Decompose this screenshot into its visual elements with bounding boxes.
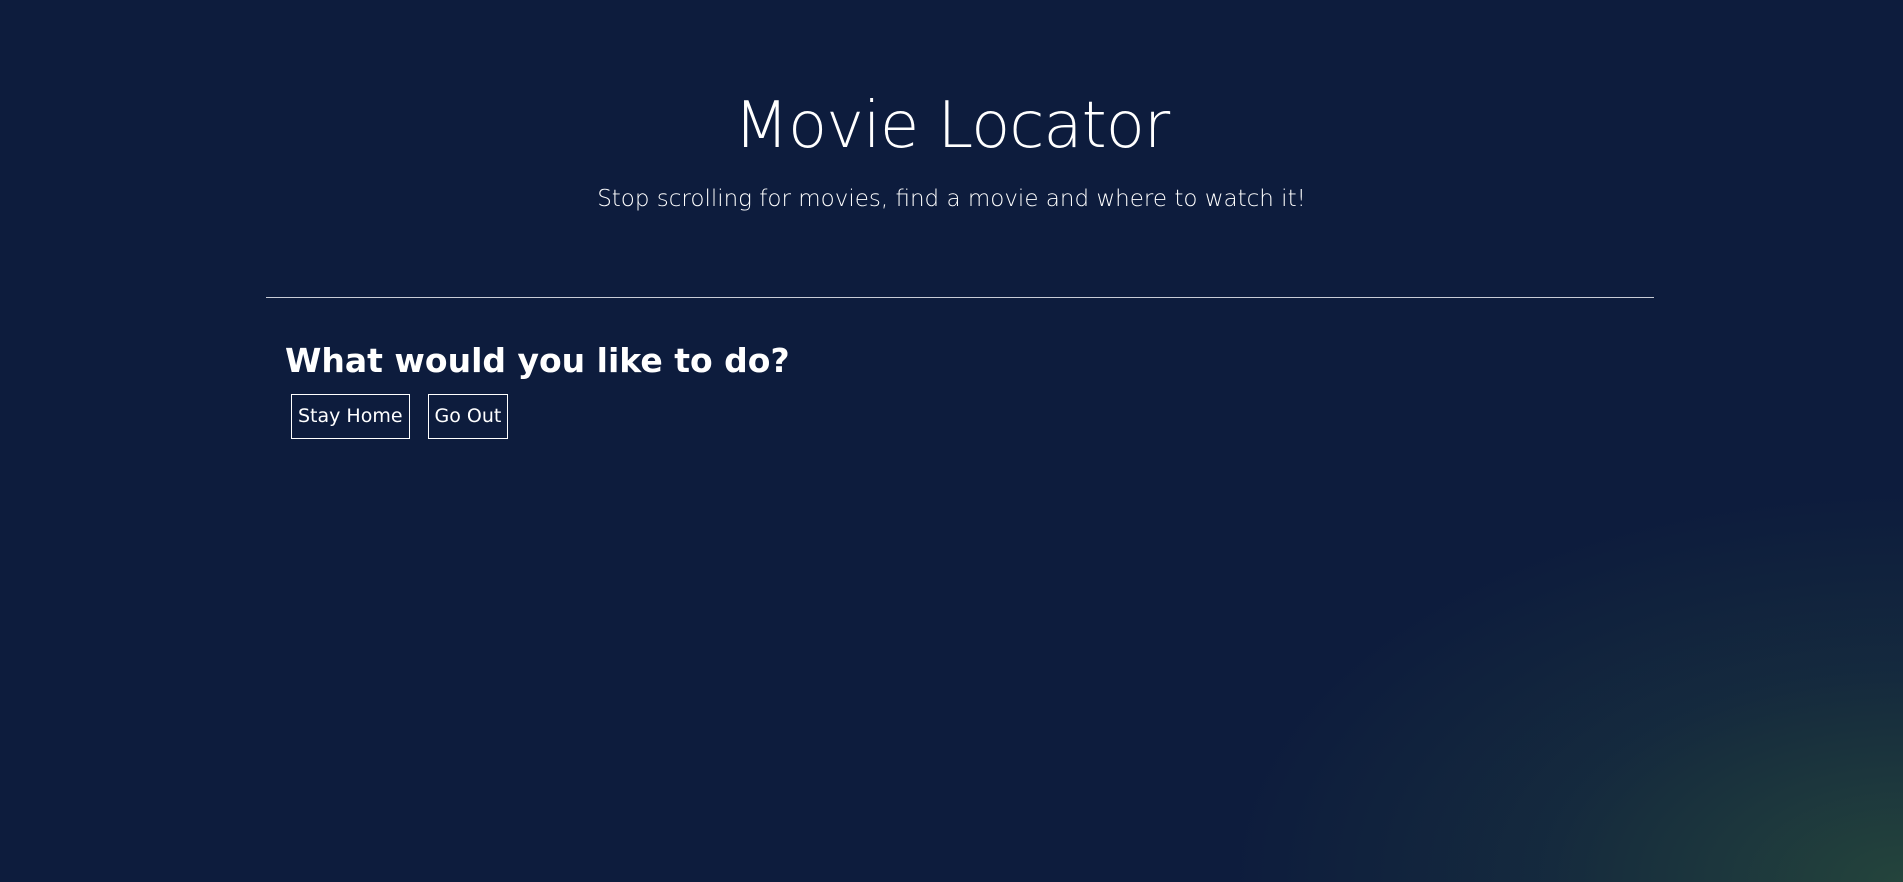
go-out-button[interactable]: Go Out: [427, 394, 509, 439]
choice-section: What would you like to do? Stay Home Go …: [285, 337, 790, 439]
page-title: Movie Locator: [733, 89, 1170, 163]
page-subtitle: Stop scrolling for movies, find a movie …: [597, 186, 1306, 212]
stay-home-button[interactable]: Stay Home: [291, 394, 410, 439]
section-divider: [266, 297, 1654, 298]
question-heading: What would you like to do?: [285, 341, 790, 380]
page-header: Movie Locator Stop scrolling for movies,…: [0, 88, 1903, 214]
choice-button-group: Stay Home Go Out: [291, 394, 790, 439]
